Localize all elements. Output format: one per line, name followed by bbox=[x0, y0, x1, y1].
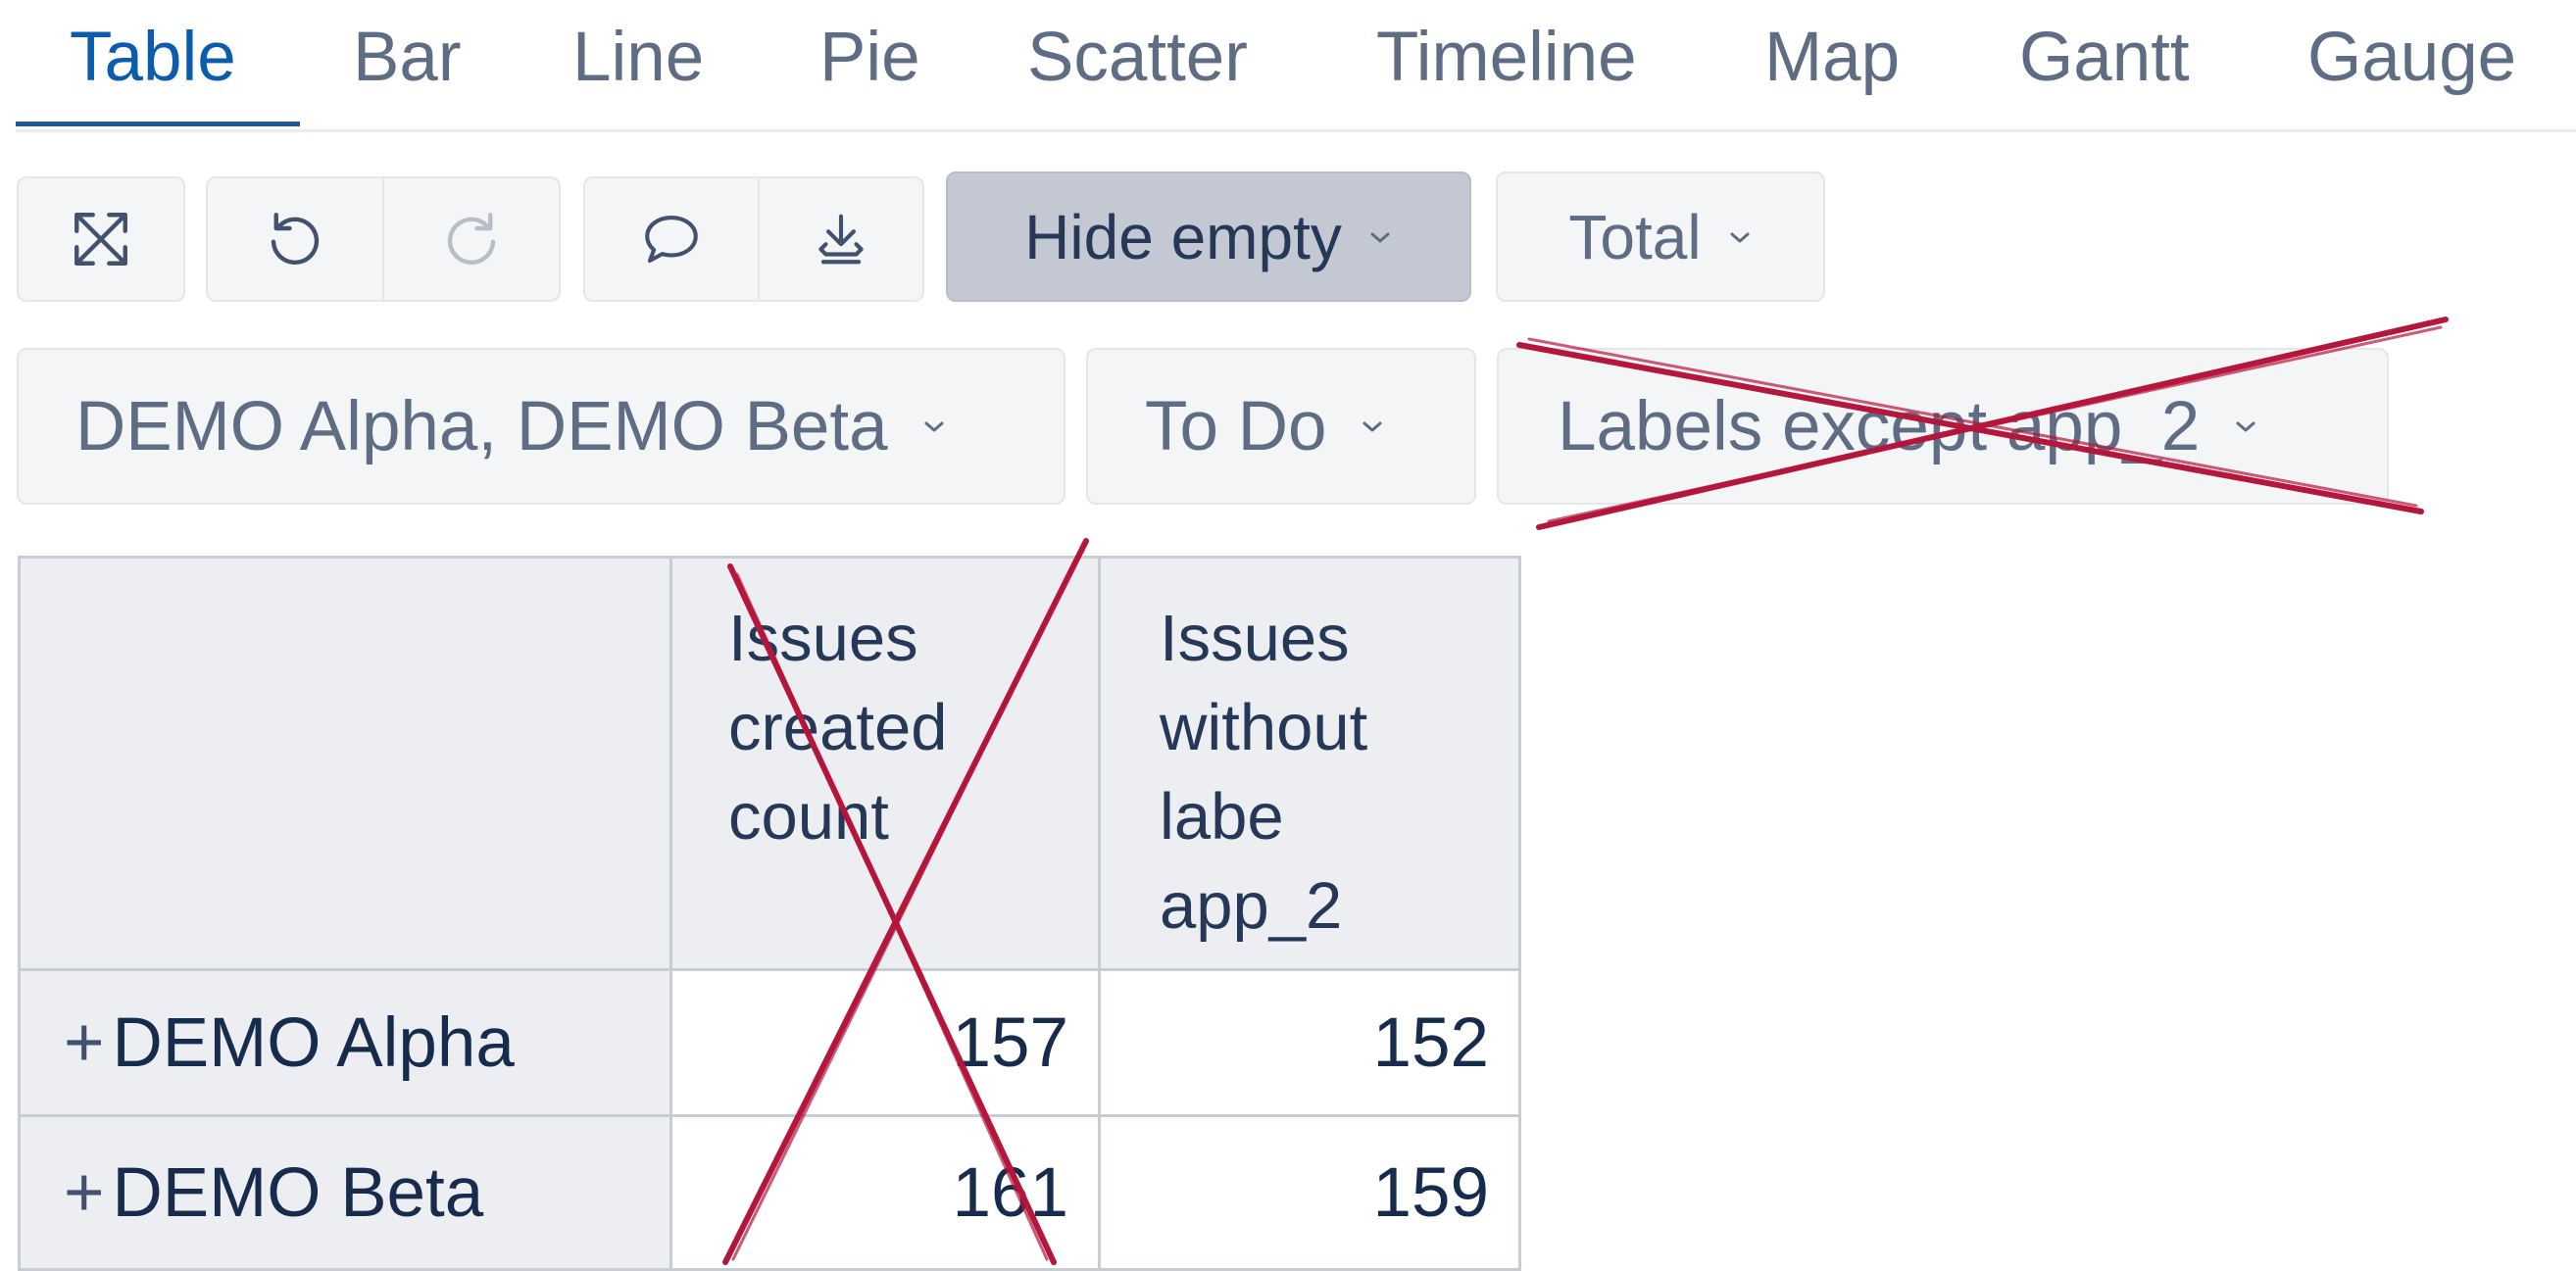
table-cell: 161 bbox=[669, 1114, 1101, 1271]
chevron-down-icon bbox=[1360, 416, 1385, 436]
comment-button[interactable] bbox=[583, 176, 760, 302]
column-header-label: Issues created count bbox=[728, 602, 948, 854]
redo-icon bbox=[439, 207, 504, 271]
fullscreen-button[interactable] bbox=[17, 176, 185, 302]
table-corner-cell bbox=[18, 556, 672, 971]
chevron-down-icon bbox=[921, 416, 947, 436]
total-label: Total bbox=[1568, 201, 1702, 272]
hide-empty-label: Hide empty bbox=[1024, 201, 1342, 272]
labels-filter[interactable]: Labels except app_2 bbox=[1497, 348, 2389, 505]
fullscreen-icon bbox=[69, 207, 133, 271]
total-dropdown[interactable]: Total bbox=[1496, 171, 1825, 302]
tab-table[interactable]: Table bbox=[70, 14, 236, 102]
active-tab-indicator bbox=[16, 122, 300, 126]
projects-filter[interactable]: DEMO Alpha, DEMO Beta bbox=[17, 348, 1065, 505]
tab-map[interactable]: Map bbox=[1764, 14, 1900, 102]
tab-scatter[interactable]: Scatter bbox=[1027, 14, 1248, 102]
column-header-issues-without-label[interactable]: Issues without labe app_2 bbox=[1098, 556, 1521, 971]
chevron-down-icon bbox=[2233, 416, 2258, 436]
undo-icon bbox=[263, 207, 327, 271]
table-cell: 157 bbox=[669, 968, 1101, 1117]
expand-icon[interactable]: + bbox=[64, 1003, 104, 1083]
download-button[interactable] bbox=[758, 176, 924, 302]
row-label: DEMO Beta bbox=[112, 1153, 484, 1232]
tab-pie[interactable]: Pie bbox=[819, 14, 920, 102]
undo-button[interactable] bbox=[206, 176, 384, 302]
chevron-down-icon bbox=[1367, 227, 1393, 247]
cell-value: 159 bbox=[1372, 1153, 1489, 1232]
tab-timeline[interactable]: Timeline bbox=[1376, 14, 1637, 102]
comment-icon bbox=[637, 207, 706, 271]
status-filter-label: To Do bbox=[1145, 387, 1327, 465]
table-row-header[interactable]: + DEMO Beta bbox=[18, 1114, 672, 1271]
table-cell: 152 bbox=[1098, 968, 1521, 1117]
redo-button[interactable] bbox=[382, 176, 561, 302]
hide-empty-dropdown[interactable]: Hide empty bbox=[946, 171, 1471, 302]
tab-gauge[interactable]: Gauge bbox=[2307, 14, 2516, 102]
download-icon bbox=[811, 207, 871, 271]
labels-filter-label: Labels except app_2 bbox=[1558, 387, 2201, 465]
chart-type-tabs: Table Bar Line Pie Scatter Timeline Map … bbox=[16, 0, 2576, 132]
column-header-issues-created[interactable]: Issues created count bbox=[669, 556, 1101, 971]
projects-filter-label: DEMO Alpha, DEMO Beta bbox=[75, 387, 888, 465]
chevron-down-icon bbox=[1727, 227, 1753, 247]
table-row-header[interactable]: + DEMO Alpha bbox=[18, 968, 672, 1117]
tab-gantt[interactable]: Gantt bbox=[2019, 14, 2190, 102]
tab-line[interactable]: Line bbox=[572, 14, 704, 102]
tab-bar[interactable]: Bar bbox=[353, 14, 462, 102]
row-label: DEMO Alpha bbox=[112, 1003, 515, 1082]
column-header-label: Issues without labe app_2 bbox=[1160, 602, 1368, 943]
table-cell: 159 bbox=[1098, 1114, 1521, 1271]
cell-value: 161 bbox=[952, 1153, 1068, 1232]
status-filter[interactable]: To Do bbox=[1086, 348, 1476, 505]
cell-value: 157 bbox=[952, 1003, 1068, 1082]
expand-icon[interactable]: + bbox=[64, 1153, 104, 1233]
cell-value: 152 bbox=[1372, 1003, 1489, 1082]
